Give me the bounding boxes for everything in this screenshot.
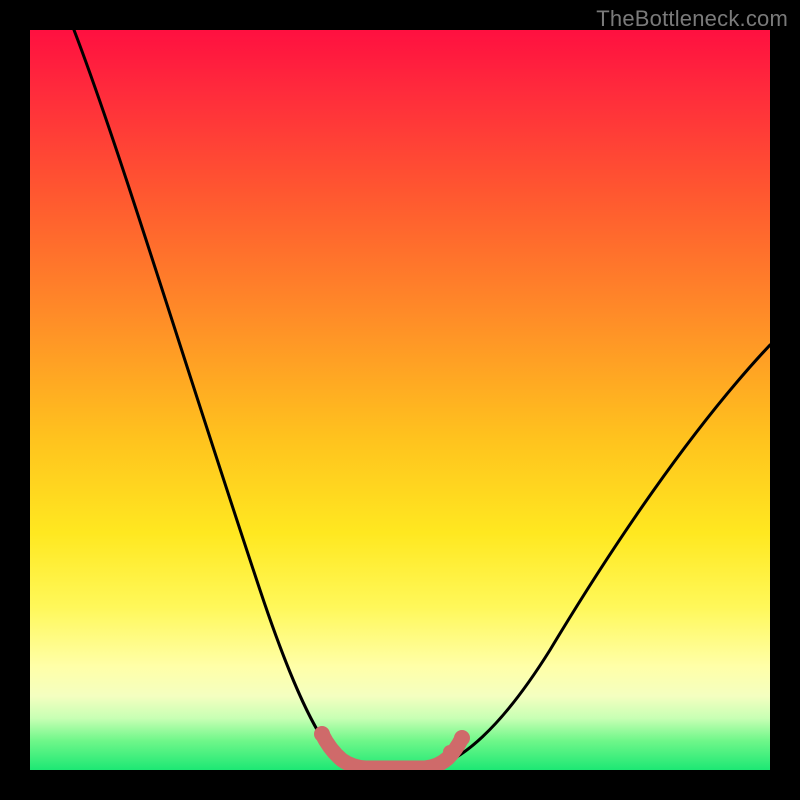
highlight-dot [443, 745, 457, 759]
bottleneck-curve [74, 30, 770, 768]
highlight-dot [325, 743, 339, 757]
bottleneck-curve-svg [30, 30, 770, 770]
plot-area [30, 30, 770, 770]
watermark-text: TheBottleneck.com [596, 6, 788, 32]
highlight-dot [314, 726, 330, 742]
optimal-range-highlight [322, 734, 462, 768]
highlight-dot [454, 730, 470, 746]
chart-frame: TheBottleneck.com [0, 0, 800, 800]
